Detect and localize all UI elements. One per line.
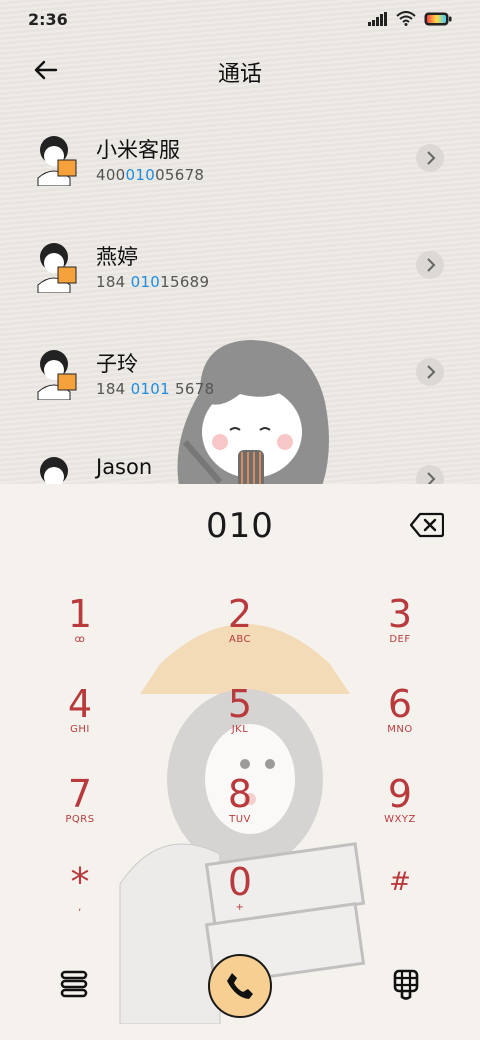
avatar — [40, 457, 68, 484]
contact-number: 184 0101 5678 — [96, 380, 215, 398]
battery-icon — [424, 12, 452, 25]
avatar — [37, 136, 77, 186]
status-bar: 2:36 — [0, 0, 480, 40]
key-7[interactable]: 7 PQRS — [20, 772, 140, 852]
key-hash[interactable]: # — [340, 860, 460, 940]
chevron-right-icon[interactable] — [416, 251, 444, 279]
contact-name: 小米客服 — [96, 138, 180, 162]
call-button[interactable] — [208, 954, 272, 1018]
dialpad-icon[interactable] — [386, 964, 426, 1004]
key-9[interactable]: 9 WXYZ — [340, 772, 460, 852]
menu-icon[interactable] — [54, 964, 94, 1004]
contact-name: 燕婷 — [96, 245, 138, 269]
key-6[interactable]: 6 MNO — [340, 682, 460, 762]
contact-row[interactable]: 小米客服 40001005678 — [0, 134, 480, 224]
key-5[interactable]: 5 JKL — [180, 682, 300, 762]
contact-number: 40001005678 — [96, 166, 205, 184]
key-3[interactable]: 3 DEF — [340, 592, 460, 672]
backspace-icon[interactable] — [410, 512, 444, 538]
key-star[interactable]: *, — [20, 860, 140, 940]
key-0[interactable]: 0 + — [180, 860, 300, 940]
dial-entry: 010 — [206, 506, 274, 546]
contact-name: 子玲 — [96, 352, 138, 376]
page-title: 通话 — [217, 62, 262, 87]
contact-number: 184 01015689 — [96, 273, 210, 291]
key-1[interactable]: 1ꝏ — [20, 592, 140, 672]
chevron-right-icon[interactable] — [416, 144, 444, 172]
signal-icon — [368, 11, 387, 26]
key-2[interactable]: 2 ABC — [180, 592, 300, 672]
key-8[interactable]: 8 TUV — [180, 772, 300, 852]
phone-icon — [227, 973, 253, 999]
key-4[interactable]: 4 GHI — [20, 682, 140, 762]
contact-row[interactable]: 子玲 184 0101 5678 — [0, 348, 480, 438]
contact-name: Jason — [96, 455, 153, 479]
chevron-right-icon[interactable] — [416, 465, 444, 484]
status-icons — [368, 11, 452, 26]
wifi-icon — [396, 11, 416, 26]
avatar — [37, 243, 77, 293]
page-header: 通话 — [0, 48, 480, 92]
contact-row[interactable]: Jason — [0, 455, 480, 484]
contact-row[interactable]: 燕婷 184 01015689 — [0, 241, 480, 331]
avatar — [37, 350, 77, 400]
chevron-right-icon[interactable] — [416, 358, 444, 386]
status-time: 2:36 — [28, 10, 68, 29]
dialpad-panel: 010 1ꝏ 2 ABC 3 DEF 4 GHI 5 JKL 6 MNO 7 PQRS 8T… — [0, 484, 480, 1040]
